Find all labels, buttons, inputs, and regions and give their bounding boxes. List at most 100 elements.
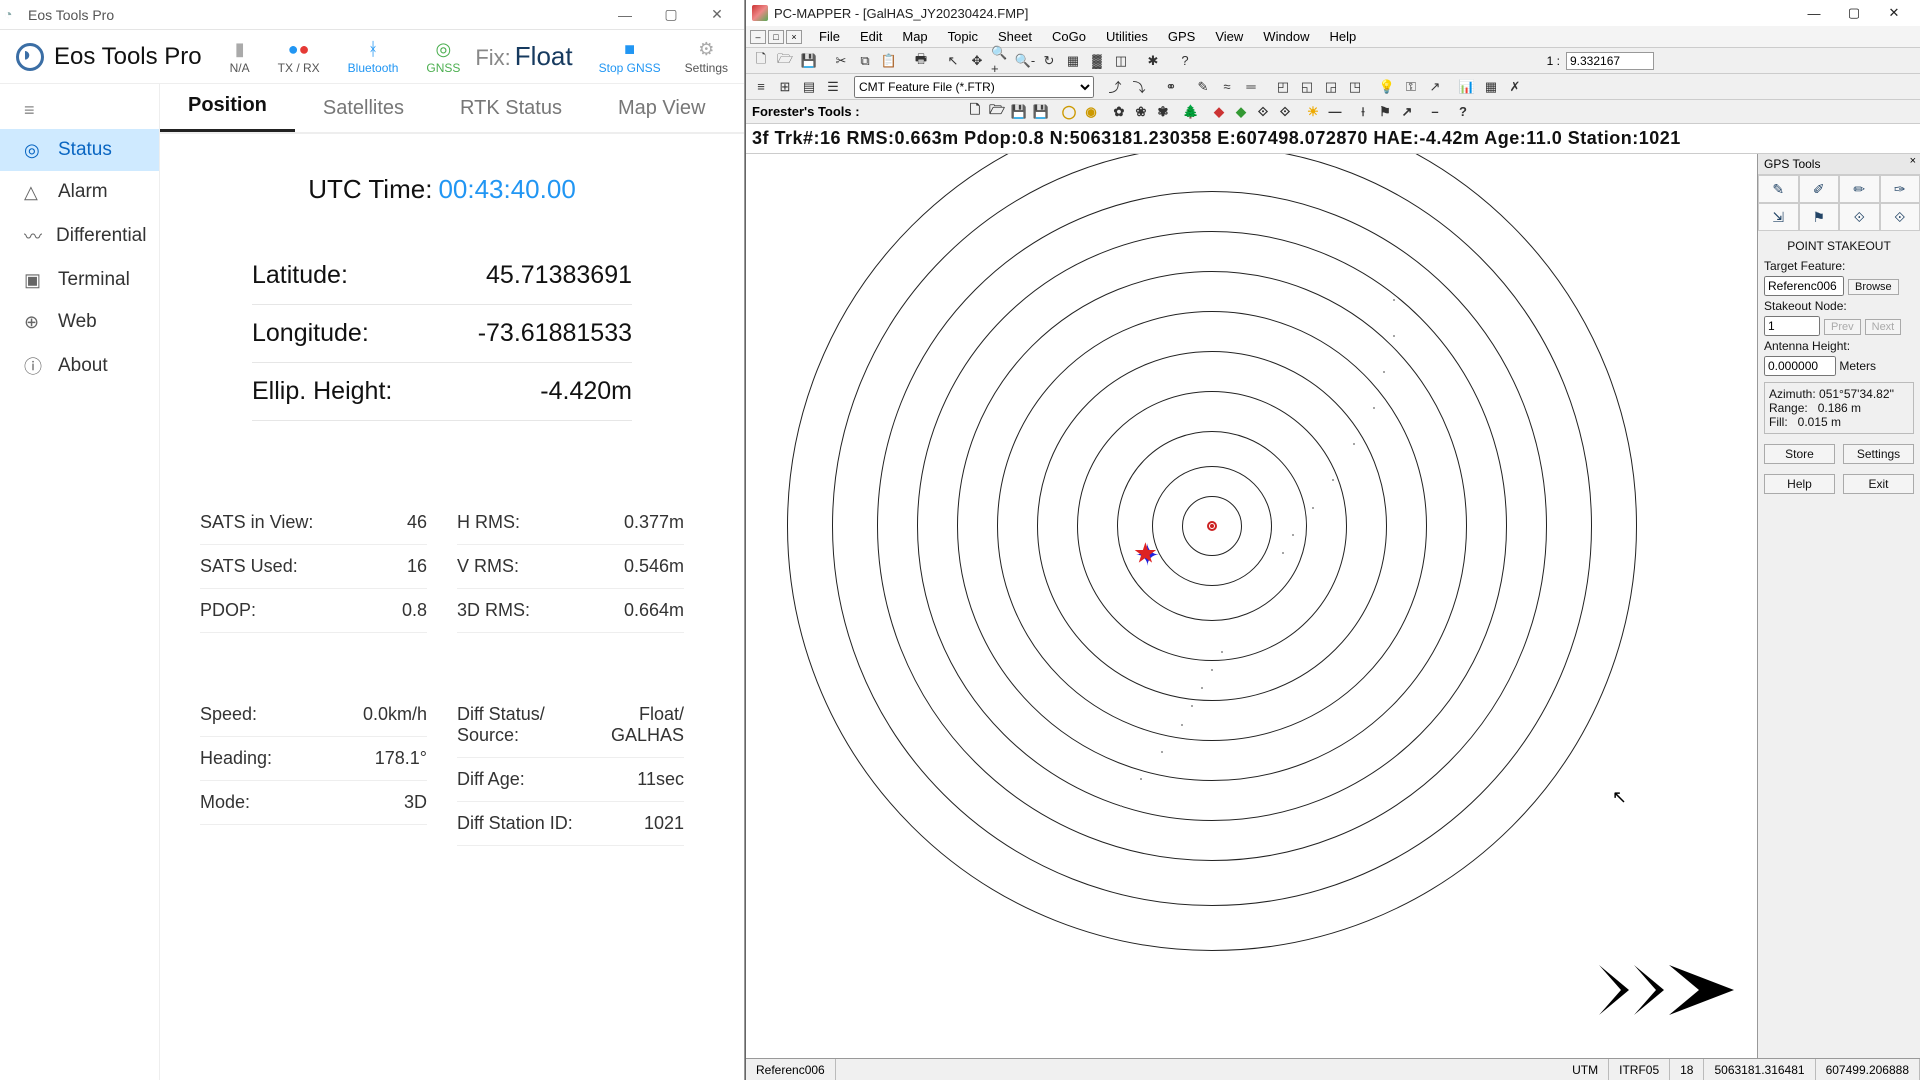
hamburger-icon[interactable]: ≡ [0, 92, 159, 129]
menu-file[interactable]: File [810, 27, 849, 46]
pcm-maximize[interactable]: ▢ [1834, 5, 1874, 21]
scale-input[interactable] [1566, 52, 1654, 70]
list-icon[interactable]: ≡ [750, 76, 772, 98]
gps-tool-3[interactable]: ✏ [1839, 175, 1880, 203]
gps-tool-2[interactable]: ✐ [1799, 175, 1840, 203]
ft-m2-icon[interactable]: ⟐ [1274, 101, 1296, 123]
tab-map-view[interactable]: Map View [590, 87, 733, 132]
ft-open-icon[interactable]: 🗁 [986, 101, 1008, 123]
bulb-icon[interactable]: 💡 [1376, 76, 1398, 98]
win2-icon[interactable]: ◱ [1296, 76, 1318, 98]
rows-icon[interactable]: ☰ [822, 76, 844, 98]
cut-icon[interactable]: ✂ [830, 50, 852, 72]
menu-sheet[interactable]: Sheet [989, 27, 1041, 46]
ft-dash2-icon[interactable]: – [1424, 101, 1446, 123]
ft-yellow2-icon[interactable]: ◉ [1080, 101, 1102, 123]
sidebar-item-status[interactable]: ◎Status [0, 129, 159, 171]
pan-icon[interactable]: ↻ [1038, 50, 1060, 72]
ft-help-icon[interactable]: ? [1452, 101, 1474, 123]
zoom-in-icon[interactable]: 🔍+ [990, 50, 1012, 72]
ft-green-icon[interactable]: ◆ [1230, 101, 1252, 123]
stake-settings-button[interactable]: Settings [1843, 444, 1914, 464]
doc-restore-icon[interactable]: – [750, 30, 766, 44]
copy-icon[interactable]: ⧉ [854, 50, 876, 72]
win1-icon[interactable]: ◰ [1272, 76, 1294, 98]
sidebar-item-web[interactable]: ⊕Web [0, 301, 159, 343]
store-button[interactable]: Store [1764, 444, 1835, 464]
table-icon[interactable]: ▦ [1480, 76, 1502, 98]
ft-c-icon[interactable]: ✾ [1152, 101, 1174, 123]
gps-tool-7[interactable]: ⟐ [1839, 203, 1880, 231]
close-button[interactable]: ✕ [694, 1, 740, 29]
target-feature-input[interactable] [1764, 276, 1844, 296]
menu-help[interactable]: Help [1321, 27, 1366, 46]
next-button[interactable]: Next [1865, 319, 1902, 335]
pcm-minimize[interactable]: — [1794, 6, 1834, 21]
grid-icon[interactable]: ▓ [1086, 50, 1108, 72]
import-icon[interactable]: ⤵ [1128, 76, 1150, 98]
ft-yellow1-icon[interactable]: ◯ [1058, 101, 1080, 123]
doc-max-icon[interactable]: □ [768, 30, 784, 44]
tab-position[interactable]: Position [160, 84, 295, 132]
win3-icon[interactable]: ◲ [1320, 76, 1342, 98]
prev-button[interactable]: Prev [1824, 319, 1861, 335]
extent-icon[interactable]: ▦ [1062, 50, 1084, 72]
settings-button[interactable]: ⚙Settings [685, 39, 728, 75]
sidebar-item-differential[interactable]: 〰Differential [0, 213, 159, 259]
gps-tool-4[interactable]: ✑ [1880, 175, 1920, 203]
ft-flag-icon[interactable]: ⚑ [1374, 101, 1396, 123]
stake-help-button[interactable]: Help [1764, 474, 1835, 494]
arrow-icon[interactable]: ↖ [942, 50, 964, 72]
export-icon[interactable]: ⤴ [1104, 76, 1126, 98]
ft-red-icon[interactable]: ◆ [1208, 101, 1230, 123]
doc-close-icon[interactable]: × [786, 30, 802, 44]
sidebar-item-terminal[interactable]: ▣Terminal [0, 259, 159, 301]
paste-icon[interactable]: 📋 [878, 50, 900, 72]
stakeout-node-input[interactable] [1764, 316, 1820, 336]
ft-a-icon[interactable]: ✿ [1108, 101, 1130, 123]
tool-icon[interactable]: ↗ [1424, 76, 1446, 98]
find-icon[interactable]: ✱ [1142, 50, 1164, 72]
tab-satellites[interactable]: Satellites [295, 87, 432, 132]
sidebar-item-alarm[interactable]: △Alarm [0, 171, 159, 213]
edit2-icon[interactable]: ≈ [1216, 76, 1238, 98]
browse-button[interactable]: Browse [1848, 279, 1899, 295]
ft-ruler-icon[interactable]: ⟊ [1352, 101, 1374, 123]
save-icon[interactable]: 💾 [798, 50, 820, 72]
ft-save-icon[interactable]: 💾 [1008, 101, 1030, 123]
key-icon[interactable]: ⚿ [1400, 76, 1422, 98]
gps-tool-5[interactable]: ⇲ [1758, 203, 1799, 231]
menu-gps[interactable]: GPS [1159, 27, 1204, 46]
ft-m1-icon[interactable]: ⟐ [1252, 101, 1274, 123]
menu-edit[interactable]: Edit [851, 27, 891, 46]
gps-tools-close-icon[interactable]: × [1910, 155, 1916, 167]
ft-arrow-icon[interactable]: ↗ [1396, 101, 1418, 123]
zoom-out-icon[interactable]: 🔍- [1014, 50, 1036, 72]
tree-icon[interactable]: ⊞ [774, 76, 796, 98]
tab-rtk-status[interactable]: RTK Status [432, 87, 590, 132]
ft-b-icon[interactable]: ❀ [1130, 101, 1152, 123]
win4-icon[interactable]: ◳ [1344, 76, 1366, 98]
edit1-icon[interactable]: ✎ [1192, 76, 1214, 98]
stop-gnss-button[interactable]: ■Stop GNSS [599, 39, 661, 75]
exit-button[interactable]: Exit [1843, 474, 1914, 494]
help-icon[interactable]: ? [1174, 50, 1196, 72]
sidebar-item-about[interactable]: ⓘAbout [0, 343, 159, 389]
map-canvas[interactable]: ✦ ↖ [746, 154, 1757, 1058]
antenna-height-input[interactable] [1764, 356, 1836, 376]
gps-tool-8[interactable]: ⟐ [1880, 203, 1920, 231]
menu-topic[interactable]: Topic [939, 27, 987, 46]
menu-utilities[interactable]: Utilities [1097, 27, 1157, 46]
ft-tree-icon[interactable]: 🌲 [1180, 101, 1202, 123]
open-icon[interactable]: 🗁 [774, 50, 796, 72]
add-point-icon[interactable]: ✥ [966, 50, 988, 72]
print-icon[interactable]: 🖶 [910, 50, 932, 72]
select-icon[interactable]: ◫ [1110, 50, 1132, 72]
minimize-button[interactable]: — [602, 1, 648, 29]
new-icon[interactable]: 🗋 [750, 50, 772, 72]
menu-map[interactable]: Map [893, 27, 936, 46]
edit3-icon[interactable]: ═ [1240, 76, 1262, 98]
pcm-close[interactable]: ✕ [1874, 5, 1914, 21]
feature-file-select[interactable]: CMT Feature File (*.FTR) [854, 76, 1094, 98]
ft-save2-icon[interactable]: 💾 [1030, 101, 1052, 123]
